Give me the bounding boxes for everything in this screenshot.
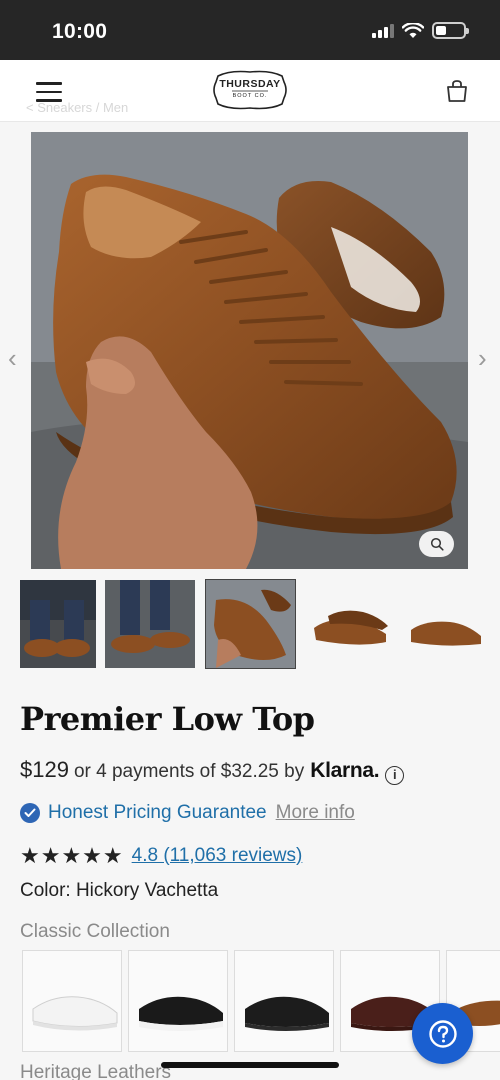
help-button[interactable]: [412, 1003, 473, 1064]
color-swatch[interactable]: [128, 950, 228, 1052]
collection-heading: Heritage Leathers: [20, 1062, 172, 1080]
guarantee-text: Honest Pricing Guarantee: [48, 802, 267, 823]
installment-text: or 4 payments of $32.25 by: [73, 761, 305, 782]
thumbnail-image[interactable]: [308, 580, 390, 668]
logo-badge-icon: [213, 70, 287, 110]
rating-row: ★★★★★ 4.8 (11,063 reviews): [20, 843, 302, 869]
info-icon[interactable]: i: [385, 766, 405, 785]
brand-logo[interactable]: THURSDAY BOOT CO.: [210, 68, 290, 112]
home-indicator: [161, 1062, 339, 1068]
thumbnail-image[interactable]: [20, 580, 96, 668]
color-swatch[interactable]: [22, 950, 122, 1052]
status-time: 10:00: [52, 20, 108, 43]
klarna-logo: Klarna.: [310, 759, 380, 782]
product-title: Premier Low Top: [20, 700, 315, 738]
cart-icon[interactable]: [444, 78, 470, 104]
thumbnail-image[interactable]: [405, 580, 485, 668]
collection-heading: Classic Collection: [20, 921, 170, 942]
pricing-guarantee: Honest Pricing Guarantee More info: [20, 802, 355, 824]
product-price: $129: [20, 757, 69, 782]
status-icons: [372, 22, 469, 39]
help-icon: [428, 1019, 457, 1048]
wifi-icon: [402, 22, 424, 38]
battery-icon: [432, 22, 469, 39]
zoom-button[interactable]: [419, 531, 454, 557]
cellular-signal-icon: [372, 23, 394, 38]
status-bar: 10:00: [0, 0, 500, 60]
breadcrumb[interactable]: < Sneakers / Men: [26, 100, 128, 115]
zoom-icon: [430, 537, 444, 551]
menu-icon[interactable]: [36, 82, 62, 102]
check-badge-icon: [20, 803, 40, 823]
prev-image-arrow[interactable]: ‹: [8, 343, 17, 374]
color-label: Color: Hickory Vachetta: [20, 880, 219, 901]
sneaker-photo: [31, 132, 468, 569]
thumbnail-image[interactable]: [105, 580, 195, 668]
logo-subtext: BOOT CO.: [232, 93, 268, 99]
star-rating-icon: ★★★★★: [20, 843, 124, 868]
thumbnail-image-active[interactable]: [205, 579, 296, 669]
color-swatch[interactable]: [234, 950, 334, 1052]
next-image-arrow[interactable]: ›: [478, 343, 487, 374]
product-main-image[interactable]: [31, 132, 468, 569]
thumbnail-strip: [20, 579, 500, 669]
reviews-link[interactable]: 4.8 (11,063 reviews): [132, 845, 303, 867]
price-row: $129 or 4 payments of $32.25 by Klarna. …: [20, 757, 405, 785]
more-info-link[interactable]: More info: [276, 802, 355, 824]
logo-text: THURSDAY: [219, 78, 281, 90]
